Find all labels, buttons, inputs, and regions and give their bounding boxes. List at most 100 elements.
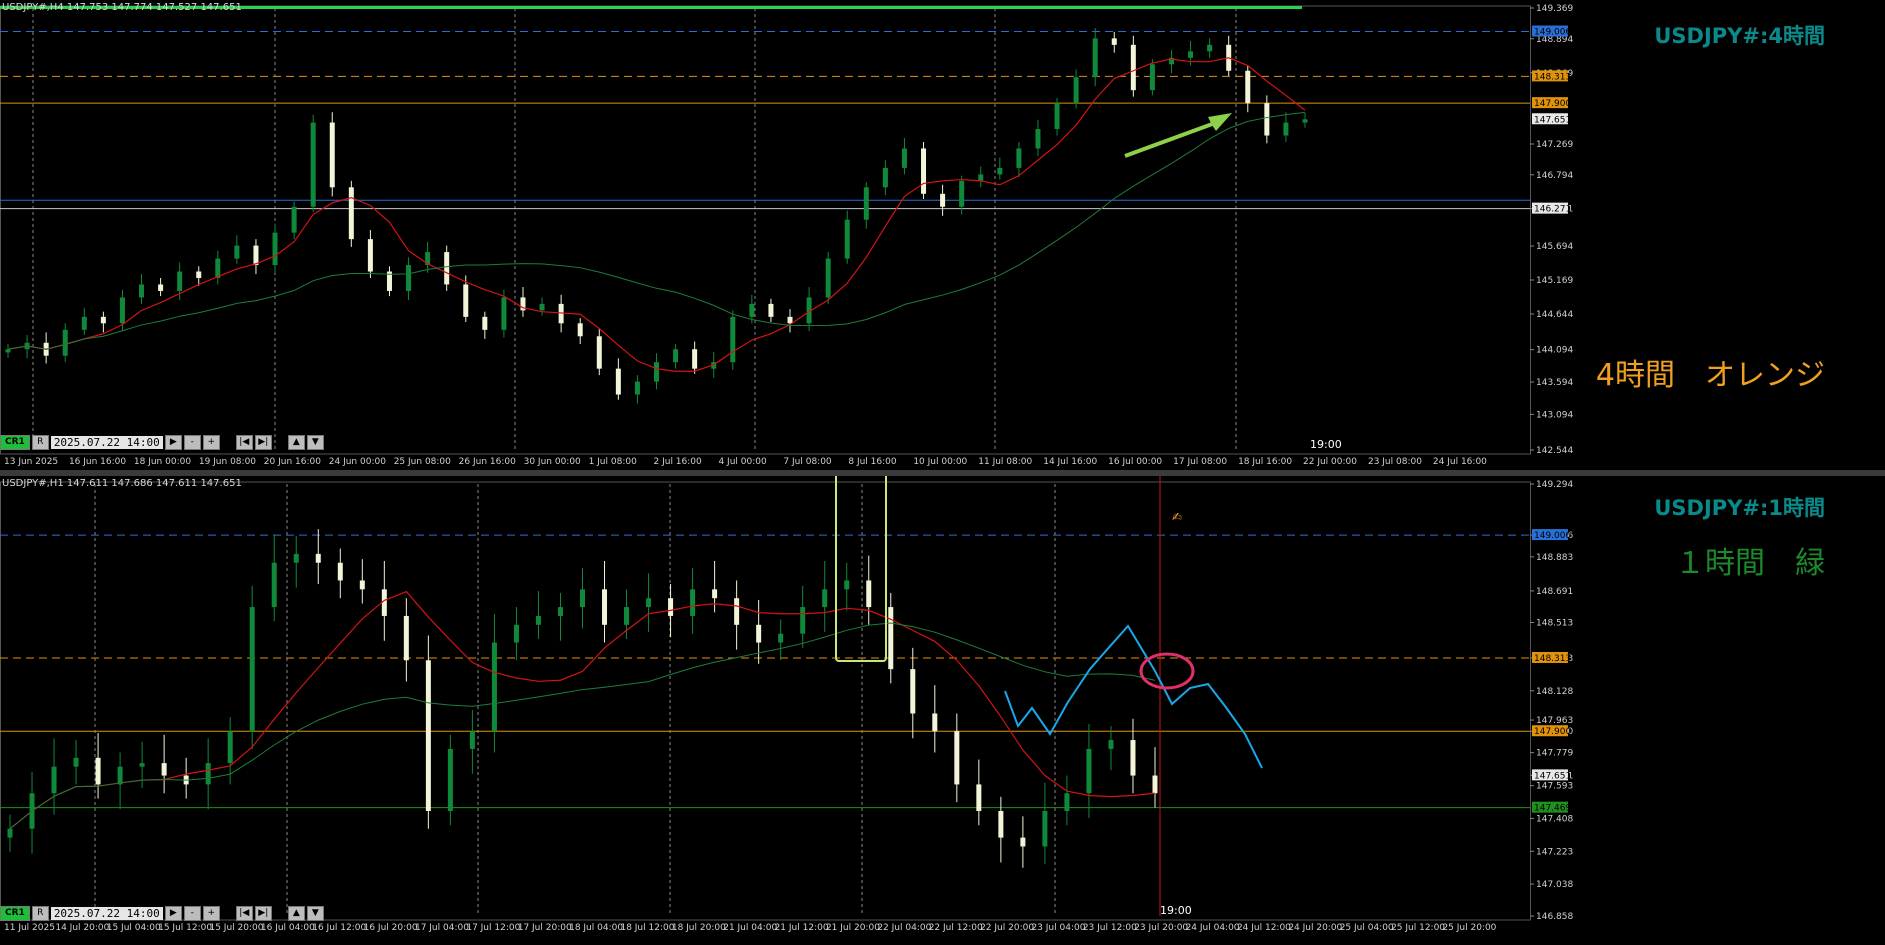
candle-body bbox=[469, 731, 475, 749]
time-axis-label: 13 Jun 2025 bbox=[4, 457, 58, 467]
cr-button[interactable]: CR1 bbox=[0, 905, 30, 921]
chart-panel-h1[interactable]: 149.294 149.006 148.883 148.691 148.513 148.3… bbox=[0, 460, 1885, 941]
candle-body bbox=[673, 349, 679, 363]
time-axis-label: 22 Jul 12:00 bbox=[929, 923, 983, 933]
minus-icon[interactable]: - bbox=[183, 905, 201, 921]
trend-arrow-shaft bbox=[1124, 121, 1216, 158]
price-highlight-label: 148.313 bbox=[1534, 654, 1571, 664]
candle-body bbox=[954, 731, 960, 785]
chart-h1-svg[interactable]: 149.294 149.006 148.883 148.691 148.513 148.3… bbox=[0, 460, 1885, 941]
time-axis-label: 19 Jun 08:00 bbox=[199, 457, 256, 467]
candle-body bbox=[215, 258, 221, 278]
time-axis-label: 22 Jul 20:00 bbox=[980, 923, 1034, 933]
date-field[interactable]: 2025.07.22 14:00 bbox=[50, 906, 163, 920]
candle-body bbox=[734, 598, 740, 625]
first-icon[interactable]: |◀ bbox=[235, 905, 253, 921]
time-axis-label: 25 Jul 12:00 bbox=[1391, 923, 1445, 933]
minus-icon[interactable]: - bbox=[183, 434, 201, 450]
price-axis-label: 149.369 bbox=[1536, 4, 1573, 14]
price-highlight-label: 147.900 bbox=[1534, 99, 1571, 109]
chart-panel-h4[interactable]: 149.369148.894148.369147.269146.794146.2… bbox=[0, 0, 1885, 470]
candle-body bbox=[901, 148, 907, 168]
time-axis-label: 25 Jul 04:00 bbox=[1340, 923, 1394, 933]
price-axis-label: 147.593 bbox=[1536, 782, 1573, 792]
price-axis-label: 148.128 bbox=[1536, 687, 1573, 697]
time-axis-label: 17 Jul 08:00 bbox=[1173, 457, 1227, 467]
time-axis-label: 15 Jul 04:00 bbox=[107, 923, 161, 933]
chart-header-h4: USDJPY#,H4 147.753 147.774 147.527 147.6… bbox=[2, 2, 242, 13]
date-field[interactable]: 2025.07.22 14:00 bbox=[50, 435, 163, 449]
time-axis-label: 22 Jul 04:00 bbox=[877, 923, 931, 933]
time-axis-label: 18 Jul 20:00 bbox=[672, 923, 726, 933]
last-icon[interactable]: ▶| bbox=[254, 434, 272, 450]
candle-body bbox=[158, 284, 164, 291]
price-axis-label: 149.294 bbox=[1536, 480, 1573, 490]
up-icon[interactable]: ▲ bbox=[287, 905, 305, 921]
candle-body bbox=[7, 828, 13, 838]
candle-body bbox=[100, 316, 106, 324]
down-icon[interactable]: ▼ bbox=[306, 434, 324, 450]
price-axis-label: 146.794 bbox=[1536, 171, 1573, 181]
candle-body bbox=[976, 784, 982, 812]
time-axis-label: 8 Jul 16:00 bbox=[848, 457, 897, 467]
price-axis-label: 143.094 bbox=[1536, 410, 1573, 420]
time-axis-label: 24 Jul 04:00 bbox=[1186, 923, 1240, 933]
time-axis-label: 11 Jul 08:00 bbox=[978, 457, 1032, 467]
candle-body bbox=[1283, 122, 1289, 136]
candle-body bbox=[95, 757, 101, 785]
plus-icon[interactable]: + bbox=[202, 434, 220, 450]
candle-body bbox=[249, 607, 255, 732]
time-axis-label: 15 Jul 20:00 bbox=[209, 923, 263, 933]
up-icon[interactable]: ▲ bbox=[287, 434, 305, 450]
candle-body bbox=[646, 598, 652, 608]
candle-body bbox=[768, 303, 774, 317]
candle-body bbox=[539, 303, 545, 311]
candle-body bbox=[234, 245, 240, 259]
candle-body bbox=[1130, 44, 1136, 91]
candle-body bbox=[367, 239, 373, 272]
price-axis-label: 145.694 bbox=[1536, 242, 1573, 252]
time-axis-label: 14 Jul 20:00 bbox=[55, 923, 109, 933]
play-icon[interactable]: ▶ bbox=[164, 434, 182, 450]
candle-body bbox=[119, 297, 125, 324]
candle-body bbox=[1264, 103, 1270, 136]
time-axis-label: 23 Jul 12:00 bbox=[1083, 923, 1137, 933]
cr-button[interactable]: CR1 bbox=[0, 434, 30, 450]
time-axis-label: 25 Jul 20:00 bbox=[1442, 923, 1496, 933]
time-axis-label: 16 Jul 00:00 bbox=[1108, 457, 1162, 467]
r-button[interactable]: R bbox=[31, 434, 49, 450]
candle-body bbox=[668, 598, 674, 616]
time-axis-label: 20 Jun 16:00 bbox=[264, 457, 321, 467]
time-axis-label: 22 Jul 00:00 bbox=[1303, 457, 1357, 467]
time-axis-label: 24 Jul 12:00 bbox=[1237, 923, 1291, 933]
time-axis-label: 17 Jul 04:00 bbox=[415, 923, 469, 933]
candle-body bbox=[293, 553, 299, 563]
time-axis-label: 16 Jun 16:00 bbox=[69, 457, 126, 467]
candle-body bbox=[940, 193, 946, 207]
moving-average-green bbox=[7, 111, 1306, 350]
candle-body bbox=[1035, 129, 1041, 149]
candle-body bbox=[577, 323, 583, 337]
candle-body bbox=[822, 589, 828, 608]
note-h4: 4時間 オレンジ bbox=[1595, 358, 1825, 393]
last-icon[interactable]: ▶| bbox=[254, 905, 272, 921]
time-axis-label: 18 Jun 00:00 bbox=[134, 457, 191, 467]
play-icon[interactable]: ▶ bbox=[164, 905, 182, 921]
time-axis-label: 17 Jul 20:00 bbox=[518, 923, 572, 933]
candle-body bbox=[1130, 740, 1136, 776]
candle-body bbox=[1086, 748, 1092, 794]
first-icon[interactable]: |◀ bbox=[235, 434, 253, 450]
time-axis-label: 23 Jul 08:00 bbox=[1368, 457, 1422, 467]
time-axis-label: 23 Jul 04:00 bbox=[1031, 923, 1085, 933]
time-axis-label: 23 Jul 20:00 bbox=[1134, 923, 1188, 933]
chart-h4-svg[interactable]: 149.369148.894148.369147.269146.794146.2… bbox=[0, 0, 1885, 470]
down-icon[interactable]: ▼ bbox=[306, 905, 324, 921]
price-highlight-label: 147.651 bbox=[1534, 771, 1571, 781]
candle-body bbox=[787, 316, 793, 324]
candle-body bbox=[139, 284, 145, 298]
price-axis-label: 143.594 bbox=[1536, 378, 1573, 388]
r-button[interactable]: R bbox=[31, 905, 49, 921]
price-axis-label: 142.544 bbox=[1536, 446, 1573, 456]
candle-body bbox=[463, 284, 469, 317]
plus-icon[interactable]: + bbox=[202, 905, 220, 921]
